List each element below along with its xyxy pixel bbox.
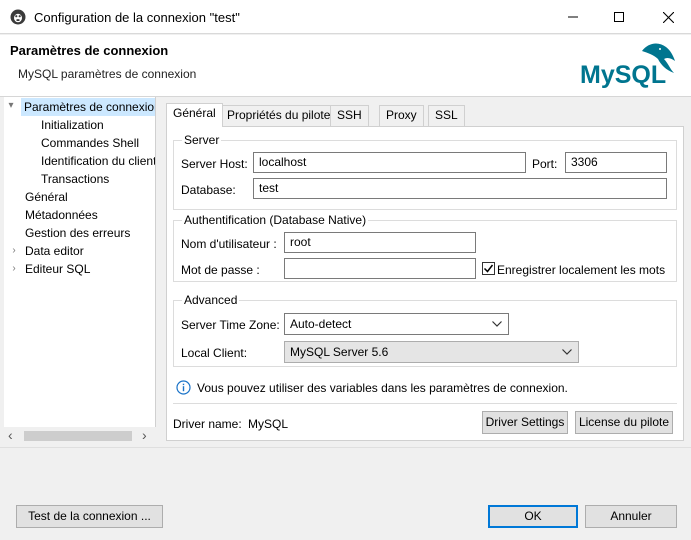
driver-license-button[interactable]: License du pilote bbox=[575, 411, 673, 434]
tree-item-label: Commandes Shell bbox=[41, 136, 140, 150]
tree-item-transactions[interactable]: Transactions bbox=[41, 170, 109, 188]
driver-settings-button[interactable]: Driver Settings bbox=[482, 411, 568, 434]
main-content: Propriétés du pilote SSH Proxy SSL Serve… bbox=[158, 97, 691, 447]
header-title: Paramètres de connexion bbox=[10, 43, 169, 58]
auth-group-legend: Authentification (Database Native) bbox=[182, 213, 369, 227]
tree-item-editeur-sql[interactable]: Editeur SQL bbox=[25, 260, 90, 278]
database-label: Database: bbox=[181, 183, 236, 197]
scroll-right-icon[interactable]: › bbox=[142, 427, 147, 443]
save-password-clip: Enregistrer localement les mots de passe bbox=[497, 263, 667, 279]
timezone-select[interactable]: Auto-detect bbox=[284, 313, 509, 335]
chevron-right-icon[interactable]: › bbox=[9, 263, 19, 274]
driver-name-value: MySQL bbox=[248, 417, 289, 431]
chevron-down-icon bbox=[562, 349, 572, 355]
tree-item-data-editor[interactable]: Data editor bbox=[25, 242, 84, 260]
timezone-value: Auto-detect bbox=[290, 317, 352, 331]
password-label: Mot de passe : bbox=[181, 263, 260, 277]
tree-item-label: Gestion des erreurs bbox=[25, 226, 131, 240]
separator bbox=[173, 403, 677, 404]
tree-item-label: Paramètres de connexion bbox=[24, 100, 156, 114]
timezone-label: Server Time Zone: bbox=[181, 318, 280, 332]
tree-item-label: Métadonnées bbox=[25, 208, 98, 222]
tab-proprietes-pilote[interactable]: Propriétés du pilote bbox=[220, 105, 338, 126]
test-connection-button[interactable]: Test de la connexion ... bbox=[16, 505, 163, 528]
chevron-right-icon[interactable]: › bbox=[9, 245, 19, 256]
tab-ssh[interactable]: SSH bbox=[330, 105, 369, 126]
checkmark-icon bbox=[483, 264, 494, 273]
dialog-header: Paramètres de connexion MySQL paramètres… bbox=[0, 35, 691, 97]
info-text: Vous pouvez utiliser des variables dans … bbox=[197, 381, 568, 395]
save-password-checkbox[interactable] bbox=[482, 262, 495, 275]
tree-item-gestion-erreurs[interactable]: Gestion des erreurs bbox=[25, 224, 130, 242]
cancel-button[interactable]: Annuler bbox=[585, 505, 677, 528]
maximize-icon bbox=[614, 12, 624, 22]
tree-item-label: Identification du client bbox=[41, 154, 156, 168]
mysql-logo-text: MySQL bbox=[580, 61, 666, 89]
local-client-value: MySQL Server 5.6 bbox=[290, 345, 389, 359]
server-host-input[interactable]: localhost bbox=[253, 152, 526, 173]
driver-name-label: Driver name: bbox=[173, 417, 242, 431]
port-input[interactable]: 3306 bbox=[565, 152, 667, 173]
close-icon bbox=[662, 11, 674, 23]
close-button[interactable] bbox=[645, 0, 691, 34]
tree-item-commandes-shell[interactable]: Commandes Shell bbox=[41, 134, 139, 152]
window-title: Configuration de la connexion "test" bbox=[34, 10, 240, 25]
tab-general[interactable]: Général bbox=[166, 103, 223, 127]
ok-button[interactable]: OK bbox=[488, 505, 578, 528]
save-password-label[interactable]: Enregistrer localement les mots de passe bbox=[497, 263, 667, 277]
dbeaver-app-icon bbox=[10, 9, 26, 25]
username-input[interactable]: root bbox=[284, 232, 476, 253]
tab-ssl[interactable]: SSL bbox=[428, 105, 465, 126]
tree-item-label: Initialization bbox=[41, 118, 104, 132]
password-input[interactable] bbox=[284, 258, 476, 279]
chevron-down-icon bbox=[492, 321, 502, 327]
tree-item-label: Editeur SQL bbox=[25, 262, 91, 276]
username-label: Nom d'utilisateur : bbox=[181, 237, 277, 251]
window-titlebar: Configuration de la connexion "test" bbox=[0, 0, 691, 34]
local-client-label: Local Client: bbox=[181, 346, 248, 360]
tree-item-parametres-connexion[interactable]: Paramètres de connexion bbox=[21, 98, 155, 116]
minimize-button[interactable] bbox=[550, 0, 596, 34]
scrollbar-thumb[interactable] bbox=[24, 431, 132, 441]
local-client-select[interactable]: MySQL Server 5.6 bbox=[284, 341, 579, 363]
tab-page-general: Server Server Host: localhost Port: 3306… bbox=[166, 126, 684, 441]
database-input[interactable]: test bbox=[253, 178, 667, 199]
expand-arrow-icon[interactable]: ▾ bbox=[6, 100, 16, 111]
header-subtitle: MySQL paramètres de connexion bbox=[18, 67, 197, 81]
tree-item-label: Général bbox=[25, 190, 68, 204]
tree-item-label: Transactions bbox=[41, 172, 110, 186]
advanced-group-legend: Advanced bbox=[182, 293, 240, 307]
tab-proxy[interactable]: Proxy bbox=[379, 105, 424, 126]
tree-item-initialization[interactable]: Initialization bbox=[41, 116, 104, 134]
mysql-logo: MySQL bbox=[580, 43, 675, 89]
tree-horizontal-scrollbar[interactable]: ‹ › bbox=[4, 427, 156, 444]
tree-item-label: Data editor bbox=[25, 244, 84, 258]
settings-tree: ▾ Paramètres de connexion Initialization… bbox=[4, 97, 156, 444]
scroll-left-icon[interactable]: ‹ bbox=[8, 427, 13, 443]
server-group: Server bbox=[173, 133, 677, 210]
port-label: Port: bbox=[532, 157, 558, 171]
tree-item-identification-client[interactable]: Identification du client bbox=[41, 152, 156, 170]
minimize-icon bbox=[568, 16, 578, 18]
server-host-label: Server Host: bbox=[181, 157, 248, 171]
tree-item-general[interactable]: Général bbox=[25, 188, 68, 206]
tree-item-metadonnees[interactable]: Métadonnées bbox=[25, 206, 98, 224]
info-icon bbox=[176, 380, 191, 395]
dialog-footer: Test de la connexion ... OK Annuler bbox=[0, 447, 691, 540]
server-group-legend: Server bbox=[182, 133, 222, 147]
maximize-button[interactable] bbox=[596, 0, 642, 34]
